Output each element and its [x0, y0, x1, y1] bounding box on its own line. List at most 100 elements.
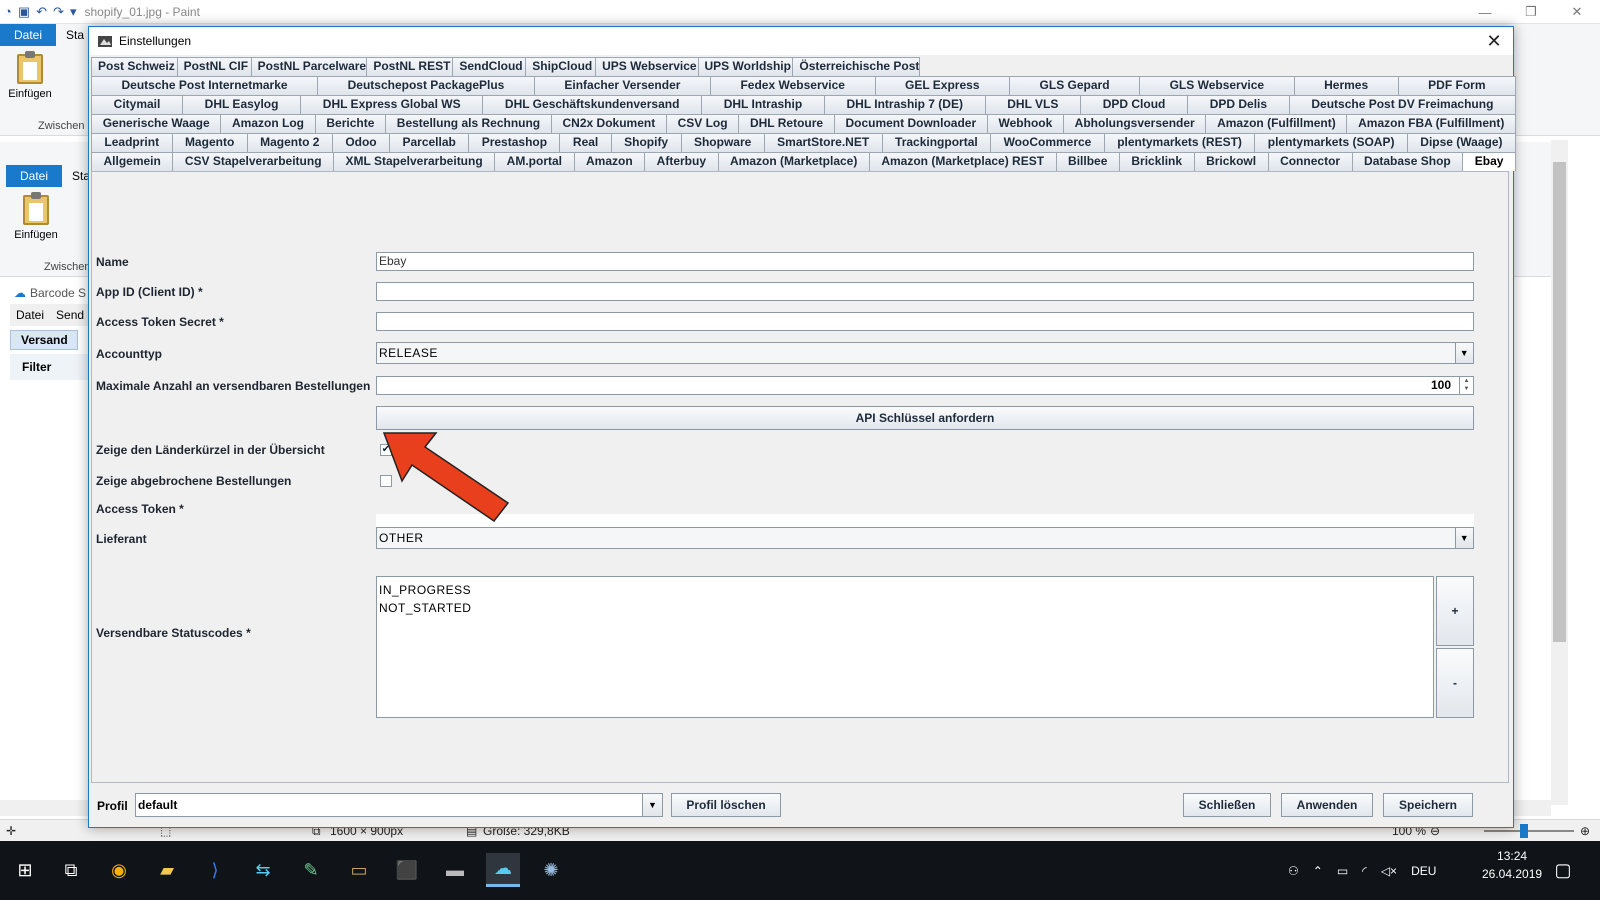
- app-id-field[interactable]: [376, 282, 1474, 301]
- tab-xml-stapelverarbeitung[interactable]: XML Stapelverarbeitung: [333, 152, 496, 171]
- tab-dhl-express-global-ws[interactable]: DHL Express Global WS: [300, 95, 484, 114]
- tab-plentymarkets-rest[interactable]: plentymarkets (REST): [1103, 133, 1256, 152]
- tab-magento-2[interactable]: Magento 2: [246, 133, 333, 152]
- tab-dpd-cloud[interactable]: DPD Cloud: [1080, 95, 1189, 114]
- tab-ebay[interactable]: Ebay: [1462, 152, 1516, 171]
- task-view-icon[interactable]: ⧉: [54, 853, 88, 887]
- account-type-select[interactable]: RELEASE ▼: [376, 342, 1474, 364]
- tab-citymail[interactable]: Citymail: [91, 95, 183, 114]
- tab-smartstore-net[interactable]: SmartStore.NET: [763, 133, 883, 152]
- pdf-icon[interactable]: ⬛: [390, 853, 424, 887]
- list-item[interactable]: IN_PROGRESS: [379, 581, 1431, 599]
- tab-österreichische-post[interactable]: Österreichische Post: [792, 57, 921, 76]
- tab-csv-stapelverarbeitung[interactable]: CSV Stapelverarbeitung: [172, 152, 335, 171]
- tab-magento[interactable]: Magento: [171, 133, 248, 152]
- tab-amazon-fba-fulfillment[interactable]: Amazon FBA (Fulfillment): [1346, 114, 1517, 133]
- tab-gel-express[interactable]: GEL Express: [874, 76, 1011, 95]
- tab-allgemein[interactable]: Allgemein: [91, 152, 174, 171]
- tab-gls-gepard[interactable]: GLS Gepard: [1009, 76, 1141, 95]
- tab-shipcloud[interactable]: ShipCloud: [525, 57, 597, 76]
- tab-brickowl[interactable]: Brickowl: [1193, 152, 1269, 171]
- terminal-icon[interactable]: ▬: [438, 853, 472, 887]
- chevron-down-icon[interactable]: ▼: [642, 794, 662, 816]
- tab-dhl-easylog[interactable]: DHL Easylog: [182, 95, 302, 114]
- add-status-button[interactable]: +: [1436, 576, 1474, 646]
- volume-icon[interactable]: ◁×: [1381, 864, 1397, 878]
- redo-icon[interactable]: ↷: [53, 4, 64, 20]
- vscode-icon[interactable]: ⟩: [198, 853, 232, 887]
- show-cancelled-orders-checkbox[interactable]: [380, 475, 392, 487]
- tab-ups-webservice[interactable]: UPS Webservice: [595, 57, 699, 76]
- zoom-slider[interactable]: [1484, 830, 1574, 832]
- tab-document-downloader[interactable]: Document Downloader: [833, 114, 988, 133]
- tab-dhl-intraship[interactable]: DHL Intraship: [701, 95, 825, 114]
- tab-versand[interactable]: Versand: [10, 330, 78, 350]
- language-indicator[interactable]: DEU: [1411, 864, 1436, 878]
- maximize-icon[interactable]: ❐: [1508, 0, 1554, 24]
- tab-generische-waage[interactable]: Generische Waage: [91, 114, 222, 133]
- tab-file[interactable]: Datei: [0, 24, 57, 46]
- tab-cn2x-dokument[interactable]: CN2x Dokument: [550, 114, 667, 133]
- tab-connector[interactable]: Connector: [1267, 152, 1353, 171]
- file-explorer-icon[interactable]: ▰: [150, 853, 184, 887]
- tab-sendcloud[interactable]: SendCloud: [452, 57, 527, 76]
- tab-shopify[interactable]: Shopify: [610, 133, 682, 152]
- tab-database-shop[interactable]: Database Shop: [1351, 152, 1464, 171]
- tab-dhl-vls[interactable]: DHL VLS: [984, 95, 1082, 114]
- tab-amazon-log[interactable]: Amazon Log: [220, 114, 316, 133]
- taskbar-clock[interactable]: 13:24 26.04.2019: [1482, 847, 1542, 883]
- tab-dhl-retoure[interactable]: DHL Retoure: [738, 114, 835, 133]
- undo-icon[interactable]: ↶: [36, 4, 47, 20]
- people-icon[interactable]: ⚇: [1288, 864, 1299, 878]
- tab-am-portal[interactable]: AM.portal: [494, 152, 575, 171]
- tab-amazon[interactable]: Amazon: [573, 152, 646, 171]
- close-icon[interactable]: ✕: [1554, 0, 1600, 24]
- start-icon[interactable]: ⊞: [8, 853, 42, 887]
- tab-leadprint[interactable]: Leadprint: [91, 133, 173, 152]
- menu-send[interactable]: Send: [56, 308, 84, 322]
- tab-pdf-form[interactable]: PDF Form: [1397, 76, 1517, 95]
- zoom-slider-thumb[interactable]: [1520, 824, 1528, 838]
- tab-odoo[interactable]: Odoo: [331, 133, 391, 152]
- tab-trackingportal[interactable]: Trackingportal: [881, 133, 992, 152]
- save-button[interactable]: Speichern: [1383, 793, 1473, 817]
- notepad-plus-icon[interactable]: ✎: [294, 853, 328, 887]
- paste-button-2[interactable]: Einfügen: [8, 192, 64, 241]
- tab-deutsche-post-internetmarke[interactable]: Deutsche Post Internetmarke: [91, 76, 319, 95]
- profile-select[interactable]: default ▼: [135, 793, 663, 817]
- tab-postnl-parcelware[interactable]: PostNL Parcelware: [250, 57, 368, 76]
- max-orders-spinner[interactable]: 100 ▲ ▼: [376, 376, 1474, 395]
- tab-prestashop[interactable]: Prestashop: [468, 133, 561, 152]
- delete-profile-button[interactable]: Profil löschen: [671, 793, 781, 817]
- list-item[interactable]: NOT_STARTED: [379, 599, 1431, 617]
- tab-hermes[interactable]: Hermes: [1293, 76, 1399, 95]
- close-button[interactable]: Schließen: [1183, 793, 1271, 817]
- wifi-icon[interactable]: ◜: [1362, 864, 1367, 878]
- tab-billbee[interactable]: Billbee: [1055, 152, 1120, 171]
- minimize-icon[interactable]: —: [1462, 0, 1508, 24]
- package-icon[interactable]: ▭: [342, 853, 376, 887]
- tab-dipse-waage[interactable]: Dipse (Waage): [1406, 133, 1516, 152]
- tab-dhl-geschäftskundenversand[interactable]: DHL Geschäftskundenversand: [482, 95, 703, 114]
- battery-icon[interactable]: ▭: [1337, 864, 1348, 878]
- tab-shopware[interactable]: Shopware: [680, 133, 765, 152]
- teamviewer-icon[interactable]: ⇆: [246, 853, 280, 887]
- tab-postnl-cif[interactable]: PostNL CIF: [176, 57, 252, 76]
- tab-amazon-marketplace-rest[interactable]: Amazon (Marketplace) REST: [868, 152, 1057, 171]
- tab-abholungsversender[interactable]: Abholungsversender: [1062, 114, 1207, 133]
- supplier-select[interactable]: OTHER ▼: [376, 527, 1474, 549]
- zoom-in-icon[interactable]: ⊕: [1580, 824, 1590, 838]
- tab-parcellab[interactable]: Parcellab: [389, 133, 470, 152]
- status-codes-list[interactable]: IN_PROGRESS NOT_STARTED: [376, 576, 1434, 718]
- tab-plentymarkets-soap[interactable]: plentymarkets (SOAP): [1254, 133, 1408, 152]
- chevron-down-icon[interactable]: ▼: [1455, 528, 1473, 548]
- tab-deutschepost-packageplus[interactable]: Deutschepost PackagePlus: [317, 76, 535, 95]
- name-field[interactable]: Ebay: [376, 252, 1474, 271]
- show-country-code-checkbox[interactable]: ✔: [380, 444, 392, 456]
- tab-post-schweiz[interactable]: Post Schweiz: [91, 57, 178, 76]
- tab-csv-log[interactable]: CSV Log: [665, 114, 740, 133]
- chrome-icon[interactable]: ◉: [102, 853, 136, 887]
- access-token-secret-field[interactable]: [376, 312, 1474, 331]
- tab-dhl-intraship-7-de[interactable]: DHL Intraship 7 (DE): [823, 95, 986, 114]
- paint-task-icon[interactable]: ✺: [534, 853, 568, 887]
